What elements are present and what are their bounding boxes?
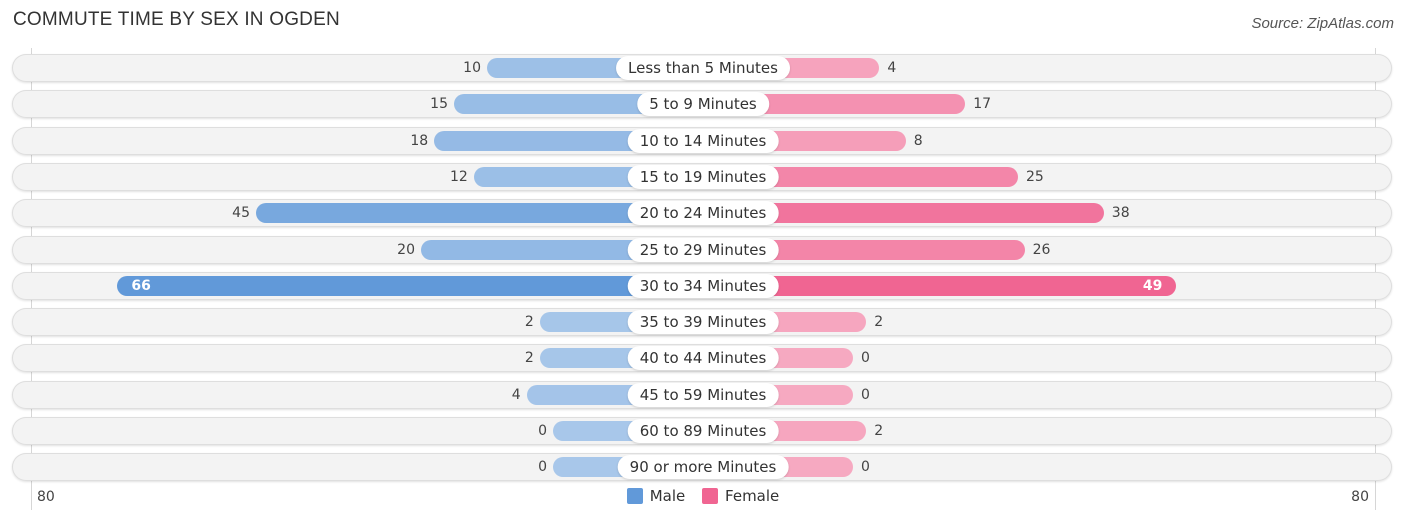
female-value-label: 0 (861, 350, 870, 366)
legend-item-male[interactable]: Male (626, 487, 686, 505)
male-value-label: 2 (524, 314, 534, 330)
female-value-label: 0 (861, 459, 870, 475)
category-label: 40 to 44 Minutes (627, 346, 779, 370)
female-value-label: 8 (913, 133, 923, 149)
legend-item-female[interactable]: Female (702, 487, 779, 505)
male-value-label: 45 (232, 205, 250, 221)
male-value-label: 10 (463, 60, 481, 76)
male-value-label: 12 (449, 169, 468, 185)
category-label: 35 to 39 Minutes (627, 310, 779, 334)
female-value-label: 4 (887, 60, 897, 76)
female-value-label: 49 (1142, 278, 1163, 294)
male-value-label: 2 (524, 350, 534, 366)
category-label: 5 to 9 Minutes (637, 92, 769, 116)
male-value-label: 4 (511, 387, 521, 403)
female-value-label: 38 (1111, 205, 1130, 221)
male-value-label: 0 (538, 459, 547, 475)
chart-title: COMMUTE TIME BY SEX IN OGDEN (13, 9, 340, 30)
legend-label-male: Male (649, 487, 686, 505)
category-label: 10 to 14 Minutes (627, 129, 779, 153)
male-value-label: 18 (410, 133, 429, 149)
legend-label-female: Female (725, 487, 780, 505)
source-label: Source: ZipAtlas.com (1251, 15, 1394, 32)
category-label: 20 to 24 Minutes (627, 201, 779, 225)
female-value-label: 17 (973, 96, 992, 112)
female-value-label: 2 (874, 423, 884, 439)
category-label: 15 to 19 Minutes (627, 165, 779, 189)
female-value-label: 26 (1032, 242, 1051, 258)
category-label: 90 or more Minutes (617, 455, 789, 479)
category-label: Less than 5 Minutes (616, 56, 790, 80)
male-bar[interactable] (117, 276, 703, 296)
category-label: 25 to 29 Minutes (627, 238, 779, 262)
legend: Male Female (0, 487, 1406, 508)
male-value-label: 66 (131, 278, 151, 294)
category-label: 30 to 34 Minutes (627, 274, 779, 298)
legend-swatch-male (626, 488, 643, 504)
male-value-label: 0 (538, 423, 547, 439)
category-label: 45 to 59 Minutes (627, 383, 779, 407)
male-value-label: 15 (430, 96, 448, 112)
female-value-label: 0 (861, 387, 870, 403)
male-value-label: 20 (397, 242, 415, 258)
legend-swatch-female (702, 488, 719, 504)
female-value-label: 2 (874, 314, 884, 330)
female-value-label: 25 (1026, 169, 1044, 185)
category-label: 60 to 89 Minutes (627, 419, 779, 443)
